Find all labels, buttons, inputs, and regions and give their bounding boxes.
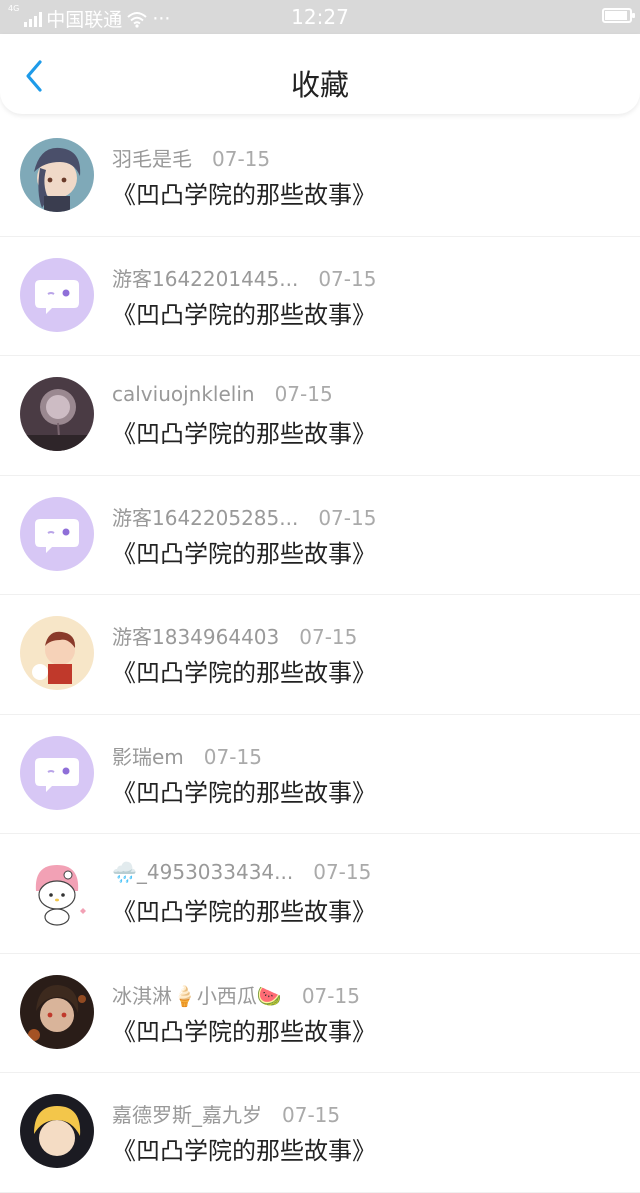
- item-title: 《凹凸学院的那些故事》: [112, 539, 376, 568]
- list-item[interactable]: 冰淇淋🍦小西瓜🍉 07-15 《凹凸学院的那些故事》: [0, 954, 640, 1073]
- back-button[interactable]: [14, 56, 54, 96]
- item-meta: 冰淇淋🍦小西瓜🍉 07-15: [112, 980, 360, 1009]
- item-meta: 游客1642205285... 07-15: [112, 502, 376, 531]
- username: 嘉德罗斯_嘉九岁: [112, 1103, 262, 1127]
- avatar[interactable]: [20, 257, 94, 332]
- avatar-dark-anime: [20, 974, 94, 1049]
- item-title: 《凹凸学院的那些故事》: [112, 420, 376, 448]
- avatar-blonde-anime: [20, 1094, 94, 1168]
- username: 🌧️_4953033434...: [112, 860, 294, 884]
- username: 羽毛是毛: [112, 147, 192, 171]
- avatar[interactable]: [20, 735, 94, 810]
- status-time: 12:27: [291, 5, 349, 29]
- username: calviuojnklelin: [112, 382, 255, 406]
- username: 冰淇淋🍦小西瓜🍉: [112, 983, 282, 1008]
- battery-icon: [602, 8, 635, 23]
- list-item[interactable]: 嘉德罗斯_嘉九岁 07-15 《凹凸学院的那些故事》: [0, 1073, 640, 1193]
- item-title: 《凹凸学院的那些故事》: [112, 659, 376, 687]
- item-date: 07-15: [212, 147, 271, 171]
- list-item[interactable]: 游客1642205285... 07-15 《凹凸学院的那些故事》: [0, 476, 640, 595]
- username: 游客1642201445...: [112, 266, 299, 291]
- item-title: 《凹凸学院的那些故事》: [112, 778, 376, 807]
- username: 游客1834964403: [112, 625, 280, 649]
- item-title: 《凹凸学院的那些故事》: [112, 1017, 376, 1046]
- item-title: 《凹凸学院的那些故事》: [112, 898, 376, 926]
- avatar-my-melody: [20, 855, 94, 929]
- item-date: 07-15: [282, 1103, 341, 1127]
- item-meta: calviuojnklelin 07-15: [112, 382, 333, 406]
- item-date: 07-15: [313, 860, 372, 884]
- default-avatar-icon: [20, 735, 94, 810]
- status-bar: 4G 中国联通 ··· 12:27: [0, 0, 640, 34]
- item-meta: 嘉德罗斯_嘉九岁 07-15: [112, 1099, 340, 1128]
- avatar-anime-girl: [20, 138, 94, 212]
- item-title: 《凹凸学院的那些故事》: [112, 1137, 376, 1165]
- item-meta: 游客1834964403 07-15: [112, 621, 357, 650]
- item-date: 07-15: [203, 744, 262, 769]
- item-meta: 羽毛是毛 07-15: [112, 143, 270, 172]
- item-date: 07-15: [274, 382, 333, 406]
- avatar[interactable]: [20, 855, 94, 929]
- item-meta: 游客1642201445... 07-15: [112, 263, 376, 292]
- avatar[interactable]: [20, 138, 94, 212]
- avatar[interactable]: [20, 616, 94, 690]
- nav-bar: 收藏: [0, 34, 640, 114]
- list-item[interactable]: 游客1834964403 07-15 《凹凸学院的那些故事》: [0, 595, 640, 715]
- avatar[interactable]: [20, 974, 94, 1049]
- username: 影瑞em: [112, 744, 184, 769]
- item-date: 07-15: [299, 625, 358, 649]
- item-date: 07-15: [318, 266, 377, 291]
- avatar-dandelion: [20, 377, 94, 451]
- favorites-list: 羽毛是毛 07-15 《凹凸学院的那些故事》 游客1642201445... 07-…: [0, 117, 640, 1193]
- avatar[interactable]: [20, 1094, 94, 1168]
- page-title: 收藏: [290, 68, 349, 102]
- item-title: 《凹凸学院的那些故事》: [112, 181, 376, 209]
- default-avatar-icon: [20, 496, 94, 571]
- item-meta: 影瑞em 07-15: [112, 741, 262, 770]
- list-item[interactable]: 🌧️_4953033434... 07-15 《凹凸学院的那些故事》: [0, 834, 640, 954]
- chevron-left-icon: [26, 60, 42, 92]
- item-title: 《凹凸学院的那些故事》: [112, 300, 376, 329]
- avatar[interactable]: [20, 496, 94, 571]
- list-item[interactable]: calviuojnklelin 07-15 《凹凸学院的那些故事》: [0, 356, 640, 476]
- item-date: 07-15: [301, 983, 360, 1008]
- avatar[interactable]: [20, 377, 94, 451]
- avatar-cartoon-boy: [20, 616, 94, 690]
- item-date: 07-15: [318, 505, 377, 530]
- list-item[interactable]: 影瑞em 07-15 《凹凸学院的那些故事》: [0, 715, 640, 834]
- username: 游客1642205285...: [112, 505, 299, 530]
- default-avatar-icon: [20, 257, 94, 332]
- list-item[interactable]: 游客1642201445... 07-15 《凹凸学院的那些故事》: [0, 237, 640, 356]
- list-item[interactable]: 羽毛是毛 07-15 《凹凸学院的那些故事》: [0, 117, 640, 237]
- item-meta: 🌧️_4953033434... 07-15: [112, 860, 371, 884]
